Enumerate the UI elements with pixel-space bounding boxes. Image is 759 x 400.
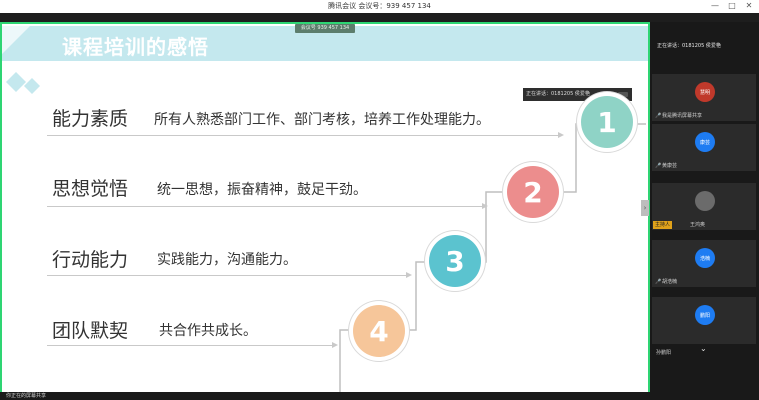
row-line xyxy=(47,206,483,207)
participant-tile[interactable]: 慧明 🎤 我是腾讯屏幕共享 xyxy=(652,74,756,121)
participant-name: 我是腾讯屏幕共享 xyxy=(662,113,703,119)
arrow-icon xyxy=(332,342,338,348)
participant-tile[interactable]: 康芸 🎤 黄康芸 xyxy=(652,124,756,171)
row-head: 行动能力 xyxy=(52,249,129,271)
row-desc: 实践能力，沟通能力。 xyxy=(157,252,297,268)
title-bar: 腾讯会议 会议号：939 457 134 — □ ✕ xyxy=(0,0,759,13)
participant-tile[interactable]: 鹏阳 xyxy=(652,297,756,344)
participant-tile[interactable]: 浩楠 🎤 胡浩楠 xyxy=(652,240,756,287)
participant-panel: 正在讲话：0181205 侯爱艳 慧明 🎤 我是腾讯屏幕共享 康芸 🎤 黄康芸 … xyxy=(650,22,759,400)
step-badge-4: 4 xyxy=(353,305,405,357)
row-line xyxy=(47,345,333,346)
microphone-icon: 🎤 xyxy=(655,113,662,119)
meeting-id-tag: 会议号 939 457 134 xyxy=(295,24,355,33)
window-controls: — □ ✕ xyxy=(711,1,753,11)
chevron-down-icon[interactable]: ⌄ xyxy=(700,344,707,353)
slide: 课程培训的感悟 正在讲话：0181205 侯爱艳 能力素质 所有人熟悉部门工作、… xyxy=(2,24,648,392)
share-status-text: 你正在的屏幕共享 xyxy=(6,393,47,399)
step-badge-3: 3 xyxy=(429,235,481,287)
minimize-icon[interactable]: — xyxy=(711,1,719,11)
microphone-icon: 🎤 xyxy=(655,279,662,285)
host-badge: 主持人 xyxy=(653,221,673,229)
avatar: 慧明 xyxy=(695,82,715,102)
participant-name: 孙鹏阳 xyxy=(656,350,672,356)
collapse-panel-icon[interactable]: › xyxy=(641,200,649,216)
bottom-bar: 你正在的屏幕共享 xyxy=(0,392,650,400)
arrow-icon xyxy=(558,132,564,138)
participant-name: 黄康芸 xyxy=(662,163,678,169)
window-title: 腾讯会议 会议号：939 457 134 xyxy=(328,2,431,10)
row-line xyxy=(47,275,407,276)
avatar xyxy=(695,191,715,211)
avatar: 鹏阳 xyxy=(695,305,715,325)
avatar: 康芸 xyxy=(695,132,715,152)
participant-name: 王鸿奥 xyxy=(690,222,706,228)
avatar: 浩楠 xyxy=(695,248,715,268)
row-head: 能力素质 xyxy=(52,108,129,130)
row-line xyxy=(47,135,559,136)
meeting-window: 腾讯会议 会议号：939 457 134 — □ ✕ 课程培训的感悟 正在讲话：… xyxy=(0,0,759,400)
row-desc: 共合作共成长。 xyxy=(159,323,257,339)
maximize-icon[interactable]: □ xyxy=(728,1,736,11)
shared-screen: 课程培训的感悟 正在讲话：0181205 侯爱艳 能力素质 所有人熟悉部门工作、… xyxy=(0,22,650,394)
microphone-icon: 🎤 xyxy=(655,163,662,169)
participant-name: 胡浩楠 xyxy=(662,279,678,285)
row-head: 团队默契 xyxy=(52,320,129,342)
participant-tile[interactable]: 主持人 王鸿奥 xyxy=(652,183,756,230)
arrow-icon xyxy=(406,272,412,278)
row-desc: 统一思想，振奋精神，鼓足干劲。 xyxy=(157,182,367,198)
row-desc: 所有人熟悉部门工作、部门考核，培养工作处理能力。 xyxy=(154,112,490,128)
close-icon[interactable]: ✕ xyxy=(745,1,753,11)
speaking-indicator: 正在讲话：0181205 侯爱艳 xyxy=(657,43,721,49)
step-badge-2: 2 xyxy=(507,166,559,218)
row-head: 思想觉悟 xyxy=(52,178,129,200)
step-badge-1: 1 xyxy=(581,96,633,148)
arrow-icon xyxy=(482,203,488,209)
